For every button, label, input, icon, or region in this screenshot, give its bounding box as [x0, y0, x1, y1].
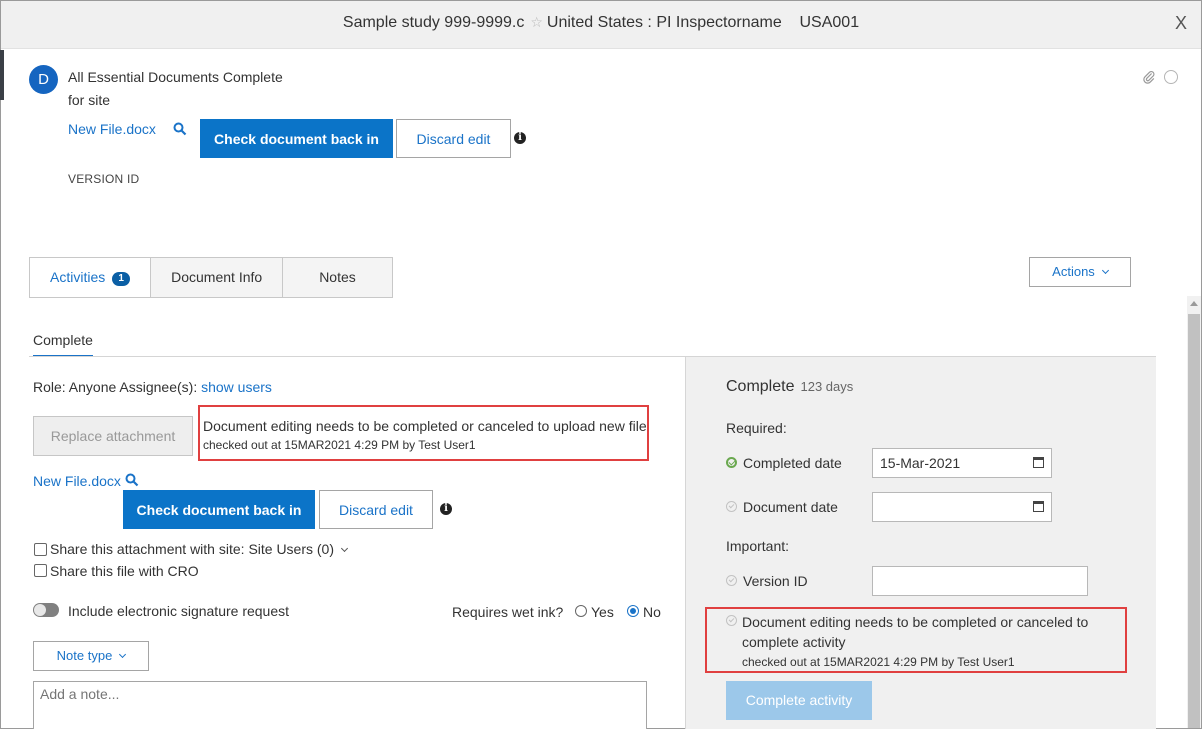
check-in-button[interactable]: Check document back in	[123, 490, 315, 529]
document-subtitle: for site	[68, 92, 111, 108]
complete-panel-title: Complete 123 days	[726, 378, 854, 395]
wet-ink-no-label: No	[643, 604, 661, 620]
completed-date-input[interactable]: 15-Mar-2021	[872, 448, 1052, 478]
paperclip-icon[interactable]	[1142, 70, 1156, 84]
search-icon[interactable]	[125, 473, 139, 487]
note-type-dropdown[interactable]: Note type	[33, 641, 149, 671]
calendar-icon[interactable]	[1033, 457, 1044, 468]
required-label: Required:	[726, 420, 787, 436]
upload-warning-box: Document editing needs to be completed o…	[198, 405, 649, 461]
file-link-activity[interactable]: New File.docx	[33, 473, 121, 489]
chevron-down-icon	[340, 544, 349, 553]
complete-warning-line2: complete activity	[742, 634, 846, 650]
tab-bar: Activities 1 Document Info Notes	[29, 257, 393, 298]
tab-document-info[interactable]: Document Info	[150, 258, 283, 297]
share-cro-label: Share this file with CRO	[50, 563, 199, 579]
days-count: 123 days	[800, 379, 854, 394]
status-circle-icon[interactable]	[1164, 70, 1178, 84]
avatar: D	[29, 65, 58, 94]
scroll-up-arrow-icon[interactable]	[1190, 301, 1198, 306]
document-date-label: Document date	[743, 499, 838, 515]
site-users-dropdown[interactable]: Site Users (0)	[248, 541, 349, 557]
document-date-input[interactable]	[872, 492, 1052, 522]
version-id-input[interactable]	[872, 566, 1088, 596]
discard-edit-button-top[interactable]: Discard edit	[396, 119, 511, 158]
star-icon[interactable]: ☆	[530, 14, 543, 30]
file-link-top[interactable]: New File.docx	[68, 121, 156, 137]
study-name: Sample study 999-9999.c	[342, 14, 525, 31]
complete-checked-out-text: checked out at 15MAR2021 4:29 PM by Test…	[742, 655, 1015, 669]
version-id-field-label: Version ID	[743, 573, 808, 589]
show-users-link[interactable]: show users	[201, 379, 272, 395]
replace-attachment-button[interactable]: Replace attachment	[33, 416, 193, 456]
title-bar: Sample study 999-9999.c ☆ United States : …	[1, 1, 1201, 49]
complete-warning-line1: Document editing needs to be completed o…	[742, 614, 1089, 630]
info-icon[interactable]: i	[440, 503, 452, 515]
note-input[interactable]	[33, 681, 647, 729]
wet-ink-label: Requires wet ink?	[452, 604, 564, 620]
toggle-knob	[34, 604, 46, 616]
window-title: Sample study 999-9999.c ☆ United States : …	[1, 14, 1201, 32]
actions-dropdown[interactable]: Actions	[1029, 257, 1131, 287]
info-icon[interactable]: i	[514, 132, 526, 144]
wet-ink-no-radio[interactable]	[627, 605, 639, 617]
calendar-icon[interactable]	[1033, 501, 1044, 512]
scroll-thumb[interactable]	[1188, 314, 1200, 728]
share-site-checkbox[interactable]	[34, 543, 47, 556]
esignature-label: Include electronic signature request	[68, 603, 290, 619]
close-button[interactable]: X	[1175, 13, 1187, 34]
tab-activities[interactable]: Activities 1	[30, 258, 151, 297]
background-edge	[0, 50, 4, 100]
completed-date-label: Completed date	[743, 455, 842, 471]
chevron-down-icon	[1101, 266, 1109, 275]
top-right-icons	[1142, 70, 1178, 84]
document-title: All Essential Documents Complete	[68, 69, 283, 85]
check-circle-icon	[726, 457, 737, 468]
share-site-label: Share this attachment with site: Site Us…	[50, 541, 349, 557]
check-circle-outline-icon	[726, 615, 737, 626]
tab-notes[interactable]: Notes	[282, 258, 392, 297]
role-line: Role: Anyone Assignee(s): show users	[33, 379, 272, 395]
chevron-down-icon	[119, 650, 127, 659]
site-name: United States : PI Inspectorname USA001	[546, 14, 860, 31]
check-circle-outline-icon	[726, 501, 737, 512]
esignature-toggle[interactable]	[33, 603, 59, 617]
check-in-button-top[interactable]: Check document back in	[200, 119, 393, 158]
important-label: Important:	[726, 538, 790, 554]
subtab-complete[interactable]: Complete	[33, 332, 93, 357]
share-cro-checkbox[interactable]	[34, 564, 47, 577]
version-id-label: VERSION ID	[68, 172, 140, 186]
check-circle-outline-icon	[726, 575, 737, 586]
scrollbar[interactable]	[1187, 296, 1201, 728]
wet-ink-yes-radio[interactable]	[575, 605, 587, 617]
search-icon[interactable]	[173, 122, 187, 136]
checked-out-text: checked out at 15MAR2021 4:29 PM by Test…	[203, 438, 476, 452]
complete-activity-button[interactable]: Complete activity	[726, 681, 872, 720]
activity-count-badge: 1	[112, 272, 131, 286]
upload-warning-text: Document editing needs to be completed o…	[203, 418, 647, 434]
wet-ink-yes-label: Yes	[591, 604, 614, 620]
discard-edit-button[interactable]: Discard edit	[319, 490, 433, 529]
